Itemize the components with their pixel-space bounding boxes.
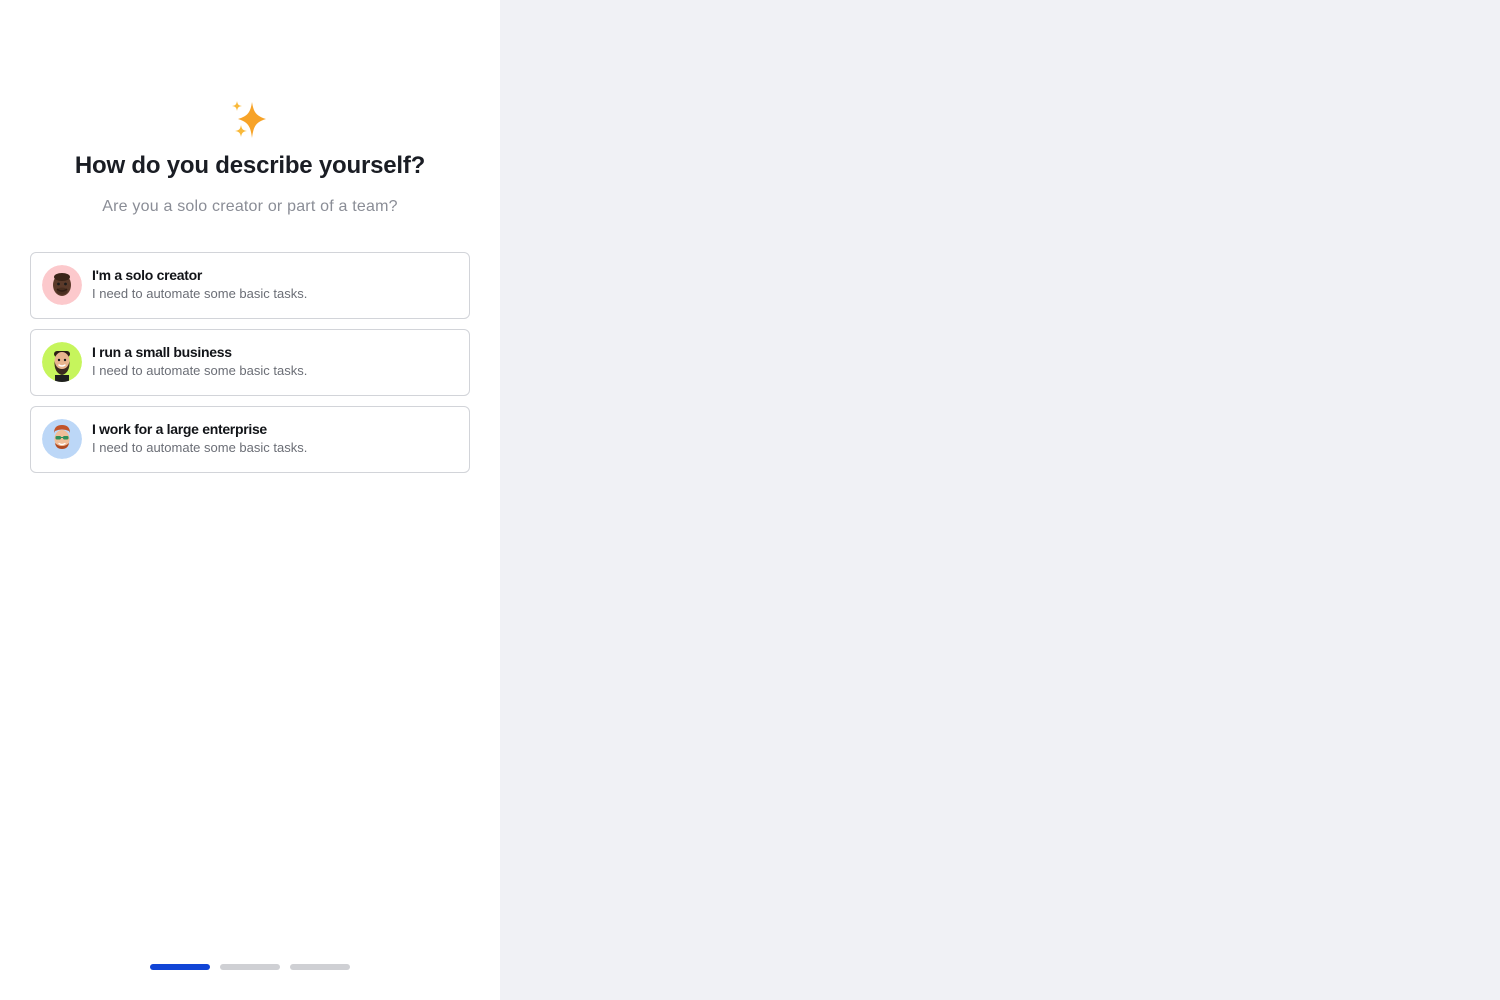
option-description: I need to automate some basic tasks. bbox=[92, 363, 308, 378]
memoji-avatar-icon bbox=[42, 419, 82, 459]
option-title: I run a small business bbox=[92, 344, 232, 360]
memoji-avatar-icon bbox=[42, 342, 82, 382]
option-large-enterprise[interactable]: I work for a large enterprise I need to … bbox=[30, 406, 470, 473]
progress-step-1 bbox=[150, 964, 210, 970]
option-solo-creator[interactable]: I'm a solo creator I need to automate so… bbox=[30, 252, 470, 319]
onboarding-panel: How do you describe yourself? Are you a … bbox=[0, 0, 500, 1000]
option-description: I need to automate some basic tasks. bbox=[92, 286, 308, 301]
option-small-business[interactable]: I run a small business I need to automat… bbox=[30, 329, 470, 396]
page-title: How do you describe yourself? bbox=[74, 152, 426, 179]
option-title: I work for a large enterprise bbox=[92, 421, 267, 437]
progress-step-2 bbox=[220, 964, 280, 970]
step-progress-indicator bbox=[150, 964, 350, 970]
illustration-panel bbox=[500, 0, 1500, 1000]
memoji-avatar-icon bbox=[42, 265, 82, 305]
page-subtitle: Are you a solo creator or part of a team… bbox=[102, 198, 398, 215]
progress-step-3 bbox=[290, 964, 350, 970]
sparkles-icon bbox=[228, 100, 272, 142]
option-title: I'm a solo creator bbox=[92, 267, 202, 283]
option-description: I need to automate some basic tasks. bbox=[92, 440, 308, 455]
